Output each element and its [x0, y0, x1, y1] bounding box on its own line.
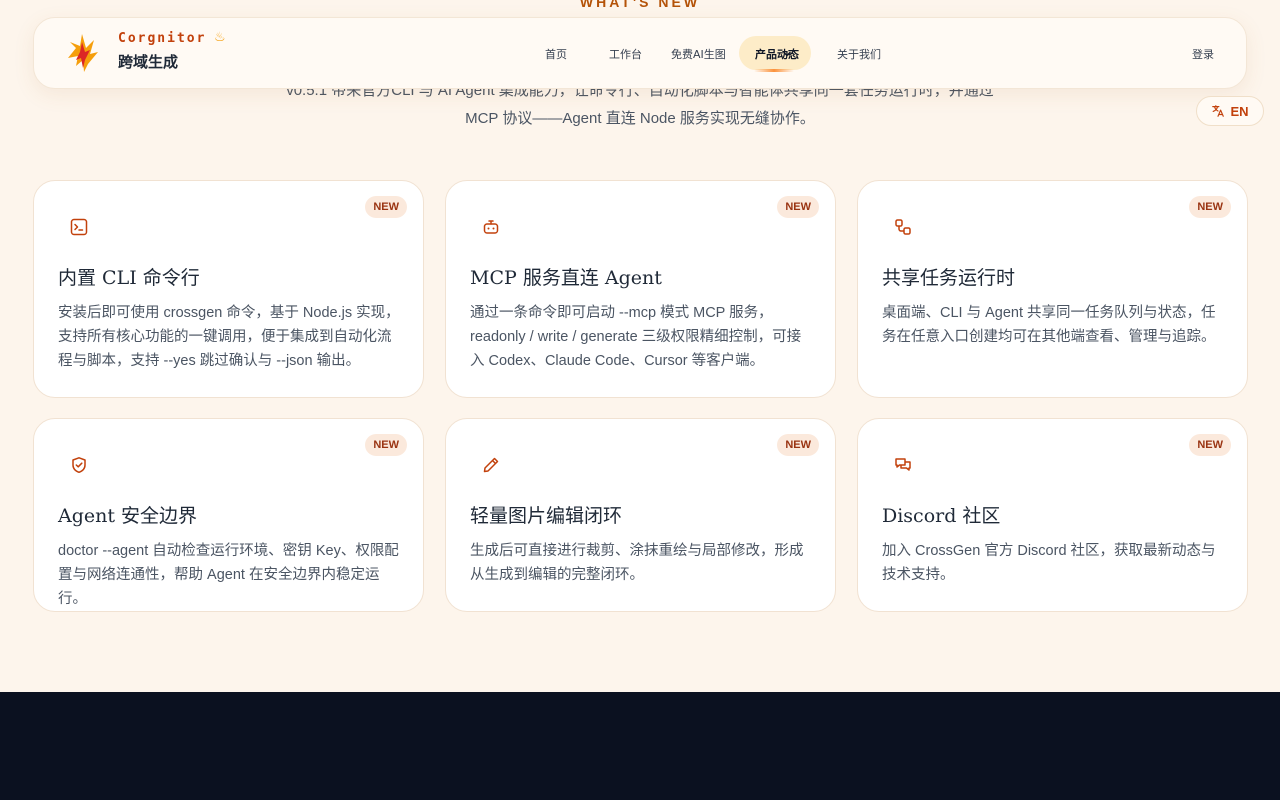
pencil-icon	[483, 457, 499, 473]
feature-card-image-edit: NEW 轻量图片编辑闭环 生成后可直接进行裁剪、涂抹重绘与局部修改，形成从生成到…	[445, 418, 836, 612]
card-title: 共享任务运行时	[882, 267, 1016, 289]
new-badge: NEW	[1189, 434, 1231, 456]
terminal-icon	[70, 218, 88, 236]
page-footer	[0, 692, 1280, 800]
card-title: Agent 安全边界	[58, 505, 198, 527]
language-toggle-label: EN	[1230, 103, 1249, 119]
new-badge: NEW	[365, 196, 407, 218]
nav-item-updates-label: 产品动态	[755, 48, 799, 61]
card-title: 内置 CLI 命令行	[58, 267, 200, 289]
new-badge: NEW	[365, 434, 407, 456]
feature-card-security: NEW Agent 安全边界 doctor --agent 自动检查运行环境、密…	[33, 418, 424, 612]
card-description: 安装后即可使用 crossgen 命令，基于 Node.js 实现，支持所有核心…	[58, 305, 400, 369]
card-description: 通过一条命令即可启动 --mcp 模式 MCP 服务，readonly / wr…	[470, 305, 802, 369]
section-eyebrow: WHAT'S NEW	[579, 0, 701, 10]
translate-icon	[1212, 105, 1225, 117]
flame-icon: ♨	[214, 30, 226, 45]
card-title: Discord 社区	[882, 505, 1001, 527]
new-badge: NEW	[1189, 196, 1231, 218]
feature-card-runtime: NEW 共享任务运行时 桌面端、CLI 与 Agent 共享同一任务队列与状态，…	[857, 180, 1248, 398]
bot-icon	[483, 220, 499, 234]
nav-item-about[interactable]: 关于我们	[837, 46, 881, 62]
card-description: doctor --agent 自动检查运行环境、密钥 Key、权限配置与网络连通…	[58, 543, 399, 607]
nav-item-home[interactable]: 首页	[545, 46, 567, 62]
workflow-icon	[895, 219, 911, 235]
card-description: 桌面端、CLI 与 Agent 共享同一任务队列与状态，任务在任意入口创建均可在…	[882, 305, 1216, 345]
card-title: 轻量图片编辑闭环	[470, 505, 623, 527]
login-button[interactable]: 登录	[1192, 46, 1214, 62]
brand-subtitle: 跨域生成	[118, 53, 179, 71]
brand-name[interactable]: Corgnitor	[118, 31, 206, 46]
nav-active-indicator	[754, 69, 794, 72]
feature-card-discord: NEW Discord 社区 加入 CrossGen 官方 Discord 社区…	[857, 418, 1248, 612]
nav-item-workbench[interactable]: 工作台	[609, 46, 642, 62]
card-description: 加入 CrossGen 官方 Discord 社区，获取最新动态与技术支持。	[882, 543, 1216, 583]
chevron-down-icon	[783, 51, 791, 57]
nav-item-free-ai[interactable]: 免费AI生图	[671, 46, 726, 62]
feature-card-mcp: NEW MCP 服务直连 Agent 通过一条命令即可启动 --mcp 模式 M…	[445, 180, 836, 398]
card-description: 生成后可直接进行裁剪、涂抹重绘与局部修改，形成从生成到编辑的完整闭环。	[470, 543, 804, 583]
new-badge: NEW	[777, 434, 819, 456]
language-toggle-button[interactable]: EN	[1196, 96, 1264, 126]
feature-card-cli: NEW 内置 CLI 命令行 安装后即可使用 crossgen 命令，基于 No…	[33, 180, 424, 398]
shield-check-icon	[72, 457, 86, 474]
brand-logo-icon[interactable]	[64, 32, 100, 74]
card-title: MCP 服务直连 Agent	[470, 267, 662, 289]
navbar: Corgnitor ♨ 跨域生成 首页 工作台 免费AI生图 产品动态 关于我们…	[33, 17, 1247, 89]
chat-icon	[895, 458, 911, 471]
new-badge: NEW	[777, 196, 819, 218]
